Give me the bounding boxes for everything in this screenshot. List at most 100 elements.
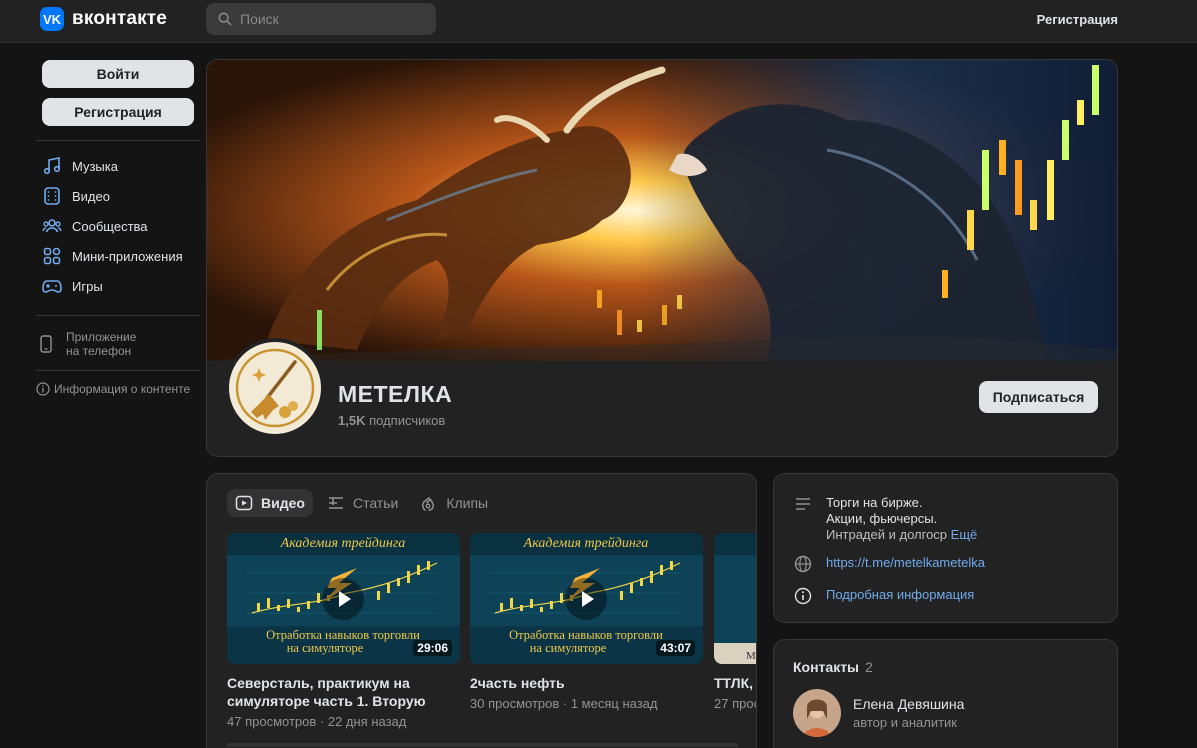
video-tab-icon xyxy=(235,495,253,511)
video-meta: 30 просмотров · 1 месяц назад xyxy=(470,696,658,711)
vk-logo[interactable]: VK вконтакте xyxy=(40,7,167,31)
sidebar-item-label: Мини-приложения xyxy=(72,248,183,264)
thumbnail-bottom-text-1: Отработка навыков торговли xyxy=(266,628,420,642)
sidebar-item-games[interactable]: Игры xyxy=(36,271,200,301)
description-icon xyxy=(796,498,810,510)
sidebar-item-label: Сообщества xyxy=(72,218,148,234)
contact-role: автор и аналитик xyxy=(853,715,957,730)
video-item[interactable]: M ТТЛК, 27 проc xyxy=(714,533,757,711)
video-list: Академия трейдинга Отработка навыков тор… xyxy=(227,533,757,733)
cover-image xyxy=(207,60,1117,361)
play-icon[interactable] xyxy=(565,578,607,620)
broom-logo-icon xyxy=(231,344,319,432)
thumbnail-top-text: Академия трейдинга xyxy=(523,536,649,551)
tab-video[interactable]: Видео xyxy=(227,489,313,517)
video-age: 1 месяц назад xyxy=(570,696,658,711)
login-button[interactable]: Войти xyxy=(42,60,194,88)
video-title[interactable]: ТТЛК, xyxy=(714,674,756,692)
contacts-section: Контакты 2 Елена Девяшина автор и аналити… xyxy=(773,639,1118,748)
thumbnail-top-text: Академия трейдинга xyxy=(280,536,406,551)
app-line-1: Приложение xyxy=(66,330,137,344)
contacts-title[interactable]: Контакты 2 xyxy=(793,659,873,675)
video-title[interactable]: Северсталь, практикум на симуляторе част… xyxy=(227,674,460,710)
sidebar-item-label: Видео xyxy=(72,188,110,204)
trading-thumbnail-art: M xyxy=(714,533,756,664)
globe-icon xyxy=(794,555,812,573)
logo-text: вконтакте xyxy=(72,8,168,29)
bull-vs-bear-cover xyxy=(207,60,1117,361)
tab-label: Видео xyxy=(261,495,305,511)
video-title[interactable]: 2часть нефть xyxy=(470,674,703,692)
media-section: Видео Статьи Клипы Академия трейдинга От… xyxy=(206,473,757,748)
mobile-app-link[interactable]: Приложение на телефон xyxy=(36,326,200,362)
video-icon xyxy=(44,187,60,205)
register-link[interactable]: Регистрация xyxy=(1037,12,1118,27)
video-thumbnail[interactable]: Академия трейдинга Отработка навыков тор… xyxy=(470,533,703,664)
articles-icon xyxy=(328,497,343,509)
tab-articles[interactable]: Статьи xyxy=(319,489,406,517)
avatar[interactable] xyxy=(793,689,841,737)
content-info-link[interactable]: Информация о контенте xyxy=(36,379,200,399)
divider xyxy=(36,370,200,371)
contacts-count: 2 xyxy=(865,659,873,675)
show-more-link[interactable]: Ещё xyxy=(951,527,978,542)
vk-logo-icon: VK xyxy=(40,7,64,31)
video-views: 30 просмотров xyxy=(470,696,560,711)
tab-clips[interactable]: Клипы xyxy=(412,489,496,517)
about-section: Торги на бирже. Акции, фьючерсы. Интраде… xyxy=(773,473,1118,623)
divider xyxy=(36,315,200,316)
details-row: Подробная информация xyxy=(794,587,974,605)
search-icon xyxy=(218,12,232,26)
video-item[interactable]: Академия трейдинга Отработка навыков тор… xyxy=(470,533,703,711)
video-meta: 47 просмотров · 22 дня назад xyxy=(227,714,407,729)
play-icon[interactable] xyxy=(322,578,364,620)
tab-label: Клипы xyxy=(446,495,489,511)
left-sidebar: Войти Регистрация Музыка Видео Сообществ… xyxy=(36,60,200,399)
subscribe-button[interactable]: Подписаться xyxy=(979,381,1098,413)
group-name: МЕТЕЛКА xyxy=(338,381,453,407)
description-line-1: Торги на бирже. xyxy=(826,495,923,510)
mini-apps-icon xyxy=(43,247,61,265)
sidebar-item-label: Игры xyxy=(72,278,103,294)
video-item[interactable]: Академия трейдинга Отработка навыков тор… xyxy=(227,533,460,729)
description-line-2: Акции, фьючерсы. xyxy=(826,511,938,526)
video-duration: 29:06 xyxy=(413,640,452,656)
app-line-2: на телефон xyxy=(66,344,132,358)
link-row: https://t.me/metelkametelka xyxy=(794,555,985,573)
music-icon xyxy=(43,157,61,175)
horizontal-scrollbar[interactable] xyxy=(227,743,738,747)
sidebar-item-mini-apps[interactable]: Мини-приложения xyxy=(36,241,200,271)
divider xyxy=(36,140,200,141)
video-thumbnail[interactable]: M xyxy=(714,533,756,664)
register-button[interactable]: Регистрация xyxy=(42,98,194,126)
video-duration: 43:07 xyxy=(656,640,695,656)
clips-icon xyxy=(422,496,435,511)
contact-item[interactable]: Елена Девяшина автор и аналитик xyxy=(793,689,964,737)
sidebar-item-communities[interactable]: Сообщества xyxy=(36,211,200,241)
info-icon xyxy=(36,382,50,396)
search-input[interactable] xyxy=(240,11,420,27)
thumbnail-bottom-text-1: Отработка навыков торговли xyxy=(509,628,663,642)
thumbnail-bottom-text-2: на симуляторе xyxy=(530,641,607,655)
video-views: 47 просмотров xyxy=(227,714,317,729)
gamepad-icon xyxy=(42,280,62,293)
contact-name[interactable]: Елена Девяшина xyxy=(853,696,964,712)
top-bar: VK вконтакте Регистрация xyxy=(0,0,1197,43)
sidebar-item-video[interactable]: Видео xyxy=(36,181,200,211)
search-box[interactable] xyxy=(206,3,436,35)
group-avatar[interactable] xyxy=(225,338,325,438)
video-age: 22 дня назад xyxy=(327,714,407,729)
content-info-label: Информация о контенте xyxy=(54,382,191,396)
sidebar-item-music[interactable]: Музыка xyxy=(36,151,200,181)
video-views: 27 проc xyxy=(714,696,757,711)
sidebar-item-label: Музыка xyxy=(72,158,118,174)
video-thumbnail[interactable]: Академия трейдинга Отработка навыков тор… xyxy=(227,533,460,664)
media-tabs: Видео Статьи Клипы xyxy=(227,489,502,517)
svg-text:M: M xyxy=(746,650,756,662)
details-link[interactable]: Подробная информация xyxy=(826,587,974,603)
telegram-link[interactable]: https://t.me/metelkametelka xyxy=(826,555,985,571)
subscribers-count[interactable]: 1,5K подписчиков xyxy=(338,413,445,428)
tab-label: Статьи xyxy=(352,495,399,511)
contacts-title-label: Контакты xyxy=(793,659,860,675)
video-meta: 27 проc xyxy=(714,696,757,711)
